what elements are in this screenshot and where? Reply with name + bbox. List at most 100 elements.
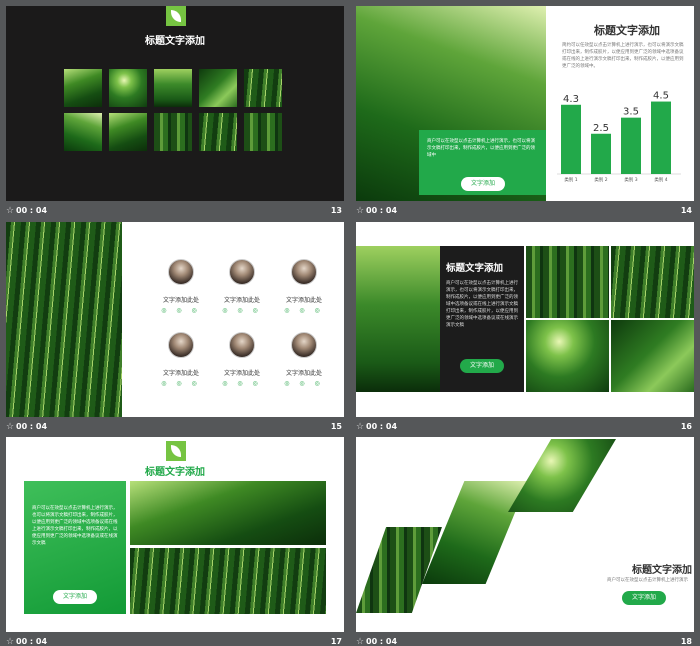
slide-16-thumbnail[interactable]: 标题文字添加 商户可以在效型以点击计算机上进行演示，也可以将演示文稿打印出来，制… — [356, 222, 694, 438]
slide-15-thumbnail[interactable]: 文字添加此处 ◎ ◎ ◎ 文字添加此处 ◎ ◎ ◎ 文字添加此处 ◎ ◎ ◎ 文字添加此处 ◎… — [6, 222, 344, 438]
person-avatar — [229, 259, 255, 285]
person-name: 文字添加此处 — [162, 297, 199, 304]
social-icons[interactable]: ◎ ◎ ◎ — [151, 307, 211, 314]
slide-17-thumbnail[interactable]: 标题文字添加 商户可以在效型以点击计算机上进行演示，也可以将演示文稿打印出来，制… — [6, 437, 344, 646]
slide-title: 标题文字添加 — [145, 467, 205, 478]
slide-time: 00 : 04 — [16, 422, 48, 431]
slide-13-thumbnail[interactable]: 标题文字添加 ☆ 00 : 04 13 — [6, 6, 344, 222]
social-icons[interactable]: ◎ ◎ ◎ — [274, 380, 334, 387]
slide-13[interactable]: 标题文字添加 — [6, 6, 344, 201]
slide-paragraph: 商户可以在效型以点击计算机上进行演示，也可以将演示文稿打印出来，制作成胶片，以便… — [446, 281, 518, 328]
forest-photo — [244, 69, 282, 107]
forest-photo — [356, 246, 440, 392]
star-icon[interactable]: ☆ — [356, 637, 364, 646]
text-add-button[interactable]: 文字添加 — [53, 590, 97, 604]
green-text-box: 商户可以在效型以点击计算机上进行演示，也可以将演示文稿打印出来，制作成胶片，以便… — [24, 481, 126, 614]
person-avatar — [229, 332, 255, 358]
forest-photo — [109, 69, 147, 107]
bar-value-label: 2.5 — [593, 123, 609, 134]
star-icon[interactable]: ☆ — [6, 206, 14, 216]
slide-number: 15 — [330, 422, 342, 431]
slide-caption: ☆ 00 : 04 13 — [6, 205, 344, 219]
category-label: 类别 3 — [624, 176, 637, 183]
person-name: 文字添加此处 — [162, 370, 199, 377]
social-icons[interactable]: ◎ ◎ ◎ — [151, 380, 211, 387]
forest-photo — [154, 69, 192, 107]
slide-17[interactable]: 标题文字添加 商户可以在效型以点击计算机上进行演示，也可以将演示文稿打印出来，制… — [6, 437, 344, 632]
slide-14[interactable]: 商户可以在效型以点击计算机上进行演示，也可以将演示文稿打印出来，制作成胶片，以便… — [356, 6, 694, 201]
chart-bar — [561, 104, 581, 174]
slide-title: 标题文字添加 — [446, 263, 504, 274]
slide-15[interactable]: 文字添加此处 ◎ ◎ ◎ 文字添加此处 ◎ ◎ ◎ 文字添加此处 ◎ ◎ ◎ 文字添加此处 ◎… — [6, 222, 344, 417]
bar-chart: 4.3 类别 1 2.5 类别 2 3.5 类别 3 4.5 类别 4 — [557, 91, 681, 183]
star-icon[interactable]: ☆ — [356, 422, 364, 432]
person-name: 文字添加此处 — [223, 297, 260, 304]
text-add-button[interactable]: 文字添加 — [460, 359, 504, 373]
slide-caption: ☆ 00 : 04 18 — [356, 636, 694, 646]
chart-bar — [591, 133, 611, 174]
forest-photo — [64, 69, 102, 107]
dark-text-panel: 标题文字添加 商户可以在效型以点击计算机上进行演示，也可以将演示文稿打印出来，制… — [440, 246, 524, 392]
slide-time: 00 : 04 — [366, 206, 398, 215]
slide-paragraph: 商户可以在效型以点击计算机上进行演示，也可以将演示文稿打印出来，制作成胶片，以便… — [32, 506, 118, 546]
forest-light-photo — [508, 439, 616, 512]
forest-photo — [526, 246, 609, 318]
category-label: 类别 2 — [594, 176, 607, 183]
forest-photo — [611, 320, 694, 392]
slide-title: 标题文字添加 — [632, 565, 692, 576]
slide-time: 00 : 04 — [366, 422, 398, 431]
bamboo-photo — [6, 222, 122, 417]
person-avatar — [291, 259, 317, 285]
slide-caption: ☆ 00 : 04 14 — [356, 205, 694, 219]
forest-photo — [199, 113, 237, 151]
slide-time: 00 : 04 — [16, 206, 48, 215]
bar-value-label: 3.5 — [623, 107, 639, 118]
bamboo-photo — [130, 548, 326, 614]
slide-18[interactable]: 标题文字添加 商户可以在效型以点击计算机上进行演示 文字添加 — [356, 437, 694, 632]
slide-16[interactable]: 标题文字添加 商户可以在效型以点击计算机上进行演示，也可以将演示文稿打印出来，制… — [356, 222, 694, 417]
chart-bar — [651, 101, 671, 174]
social-icons[interactable]: ◎ ◎ ◎ — [274, 307, 334, 314]
slide-subtitle: 商户可以在效型以点击计算机上进行演示 — [607, 578, 688, 583]
category-label: 类别 1 — [564, 176, 577, 183]
person-avatar — [291, 332, 317, 358]
social-icons[interactable]: ◎ ◎ ◎ — [212, 380, 272, 387]
forest-photo — [199, 69, 237, 107]
slide-number: 16 — [680, 422, 692, 431]
slide-18-thumbnail[interactable]: 标题文字添加 商户可以在效型以点击计算机上进行演示 文字添加 ☆ 00 : 04… — [356, 437, 694, 646]
star-icon[interactable]: ☆ — [6, 422, 14, 432]
forest-photo — [130, 481, 326, 545]
slide-number: 18 — [680, 637, 692, 646]
slide-time: 00 : 04 — [366, 637, 398, 646]
star-icon[interactable]: ☆ — [6, 637, 14, 646]
slide-14-thumbnail[interactable]: 商户可以在效型以点击计算机上进行演示，也可以将演示文稿打印出来，制作成胶片，以便… — [356, 6, 694, 222]
bar-value-label: 4.5 — [653, 91, 669, 102]
slide-caption: ☆ 00 : 04 15 — [6, 421, 344, 435]
forest-photo — [611, 246, 694, 318]
person-avatar — [168, 332, 194, 358]
slide-caption: ☆ 00 : 04 16 — [356, 421, 694, 435]
person-name: 文字添加此处 — [285, 297, 322, 304]
social-icons[interactable]: ◎ ◎ ◎ — [212, 307, 272, 314]
slide-number: 17 — [330, 637, 342, 646]
text-add-button[interactable]: 文字添加 — [622, 591, 666, 605]
person-avatar — [168, 259, 194, 285]
slide-number: 14 — [680, 206, 692, 215]
slide-number: 13 — [330, 206, 342, 215]
forest-photo — [244, 113, 282, 151]
forest-photo — [154, 113, 192, 151]
bar-value-label: 4.3 — [563, 94, 579, 105]
forest-photo — [526, 320, 609, 392]
forest-photo — [64, 113, 102, 151]
leaf-icon — [166, 441, 186, 461]
slide-caption: ☆ 00 : 04 17 — [6, 636, 344, 646]
forest-photo — [109, 113, 147, 151]
category-label: 类别 4 — [654, 176, 667, 183]
star-icon[interactable]: ☆ — [356, 206, 364, 216]
slide-title: 标题文字添加 — [145, 36, 205, 47]
leaf-icon — [166, 6, 186, 26]
person-name: 文字添加此处 — [285, 370, 322, 377]
slide-time: 00 : 04 — [16, 637, 48, 646]
person-name: 文字添加此处 — [223, 370, 260, 377]
chart-bar — [621, 117, 641, 174]
